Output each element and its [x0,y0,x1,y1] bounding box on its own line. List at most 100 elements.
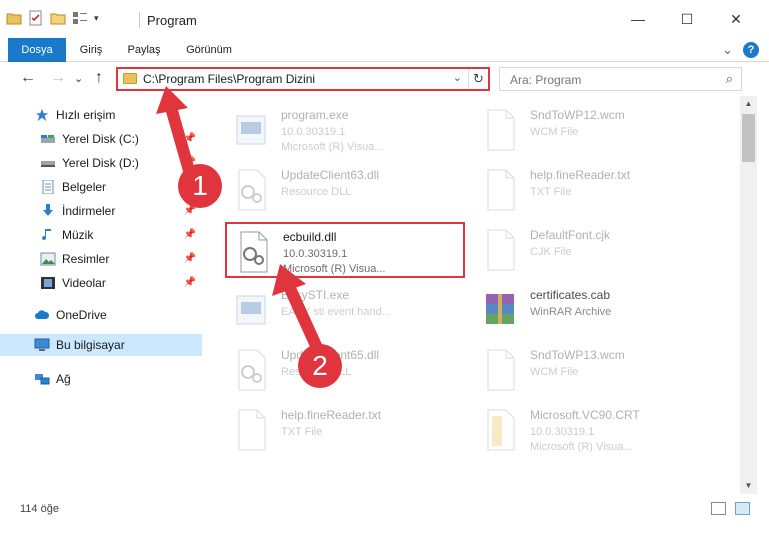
blank-file-icon [487,349,515,391]
divider [139,12,140,28]
pin-icon[interactable]: 📌 [184,277,196,288]
exe-icon [236,115,266,145]
file-name: SndToWP13.wcm [530,348,625,362]
large-icons-view-icon[interactable] [735,502,750,515]
pin-icon[interactable]: 📌 [184,253,196,264]
file-item[interactable]: SndToWP12.wcm WCM File [474,102,714,158]
sidebar-item-label: Müzik [62,228,94,242]
file-name: ecbuild.dll [283,230,337,244]
sidebar-item-bu-bilgisayar[interactable]: Bu bilgisayar [0,334,202,356]
chevron-down-icon[interactable]: ▾ [94,13,99,24]
video-icon [41,277,55,289]
search-placeholder: Ara: Program [510,73,582,87]
file-version: 10.0.30319.1 [283,248,348,260]
tab-gorunum[interactable]: Görünüm [178,38,240,62]
navigation-bar: ← → ⌄ ↑ C:\Program Files\Program Dizini … [0,63,769,95]
new-folder-icon[interactable] [50,10,66,26]
chevron-down-icon[interactable]: ⌄ [453,71,462,84]
file-name: help.fineReader.txt [281,408,382,422]
item-count: 114 öğe [20,503,59,515]
file-item[interactable]: help.fineReader.txt TXT File [225,402,465,458]
up-button[interactable]: ↑ [95,69,103,87]
folder-icon [6,13,22,25]
sidebar-item-ag[interactable]: Ağ [0,368,202,390]
minimize-button[interactable]: — [624,8,652,30]
file-item[interactable]: program.exe 10.0.30319.1 Microsoft (R) V… [225,102,465,158]
file-item[interactable]: SndToWP13.wcm WCM File [474,342,714,398]
sidebar-item-label: Videolar [62,276,106,290]
chevron-down-icon[interactable]: ⌄ [722,42,733,58]
refresh-button[interactable]: ↻ [468,69,488,89]
file-type: Resource DLL [281,186,352,198]
file-item[interactable]: UpdateClient63.dll Resource DLL [225,162,465,218]
recent-locations-button[interactable]: ⌄ [74,72,83,85]
file-name: certificates.cab [530,288,611,302]
help-icon[interactable]: ? [743,42,759,58]
scroll-down-icon[interactable]: ▼ [740,478,757,494]
blank-file-icon [487,109,515,151]
file-name: program.exe [281,108,349,122]
close-button[interactable]: ✕ [722,8,750,30]
dll-icon [238,349,266,391]
vertical-scrollbar[interactable]: ▲ ▼ [740,96,757,494]
file-item[interactable]: Microsoft.VC90.CRT 10.0.30319.1 Microsof… [474,402,714,458]
sidebar-item-label: İndirmeler [62,204,116,218]
pin-icon[interactable]: 📌 [184,229,196,240]
sidebar-item-resimler[interactable]: Resimler 📌 [0,248,202,270]
properties-icon[interactable] [28,10,44,26]
file-item[interactable]: help.fineReader.txt TXT File [474,162,714,218]
step-badge-2: 2 [298,344,342,388]
file-version: 10.0.30319.1 [530,426,595,438]
file-type: WCM File [530,366,579,378]
sidebar-item-label: Ağ [56,372,71,386]
file-item[interactable]: DefaultFont.cjk CJK File [474,222,714,278]
step-badge-1: 1 [178,164,222,208]
file-type: CJK File [530,246,572,258]
file-version: 10.0.30319.1 [281,126,346,138]
file-item[interactable]: UpdateClient65.dll Resource DLL [225,342,465,398]
sidebar-item-label: Resimler [62,252,110,266]
file-item[interactable]: EasySTI.exe EASY sti event hand... [225,282,465,338]
file-item[interactable]: certificates.cab WinRAR Archive [474,282,714,338]
window-title: Program [147,13,197,28]
tab-dosya[interactable]: Dosya [8,38,66,62]
sidebar-item-label: OneDrive [56,308,107,322]
file-type: WinRAR Archive [530,306,612,318]
forward-button[interactable]: → [50,69,66,87]
view-icon[interactable] [72,10,88,26]
file-item-ecbuild-dll[interactable]: ecbuild.dll 10.0.30319.1 Microsoft (R) V… [225,222,465,278]
blank-file-icon [487,169,515,211]
folder-icon [123,73,137,84]
scroll-thumb[interactable] [742,114,755,162]
sidebar-item-muzik[interactable]: Müzik 📌 [0,224,202,246]
file-name: SndToWP12.wcm [530,108,625,122]
drive-icon [41,161,55,167]
file-name: UpdateClient63.dll [281,168,380,182]
star-icon [35,108,49,122]
file-description: Microsoft (R) Visua... [530,441,633,453]
dll-icon [240,231,268,273]
details-view-icon[interactable] [711,502,726,515]
maximize-button[interactable]: ☐ [673,8,701,30]
documents-icon [42,180,54,194]
drive-icon [41,135,55,143]
blank-file-icon [487,409,515,451]
tab-giris[interactable]: Giriş [70,38,112,62]
scroll-up-icon[interactable]: ▲ [740,96,757,112]
sidebar-item-label: Belgeler [62,180,107,194]
search-input[interactable]: Ara: Program ⌕ [499,67,742,91]
file-type: TXT File [530,186,572,198]
back-button[interactable]: ← [20,69,36,87]
tab-paylas[interactable]: Paylaş [120,38,168,62]
file-name: DefaultFont.cjk [530,228,611,242]
dll-icon [238,169,266,211]
sidebar-item-videolar[interactable]: Videolar 📌 [0,272,202,294]
download-icon [43,204,53,216]
sidebar-item-indirmeler[interactable]: İndirmeler 📌 [0,200,202,222]
computer-icon [34,338,50,351]
title-bar: ▾ Program — ☐ ✕ [0,0,769,38]
sidebar-item-onedrive[interactable]: OneDrive [0,304,202,326]
music-icon [42,229,51,241]
file-name: Microsoft.VC90.CRT [530,408,640,422]
file-description: Microsoft (R) Visua... [281,141,384,153]
